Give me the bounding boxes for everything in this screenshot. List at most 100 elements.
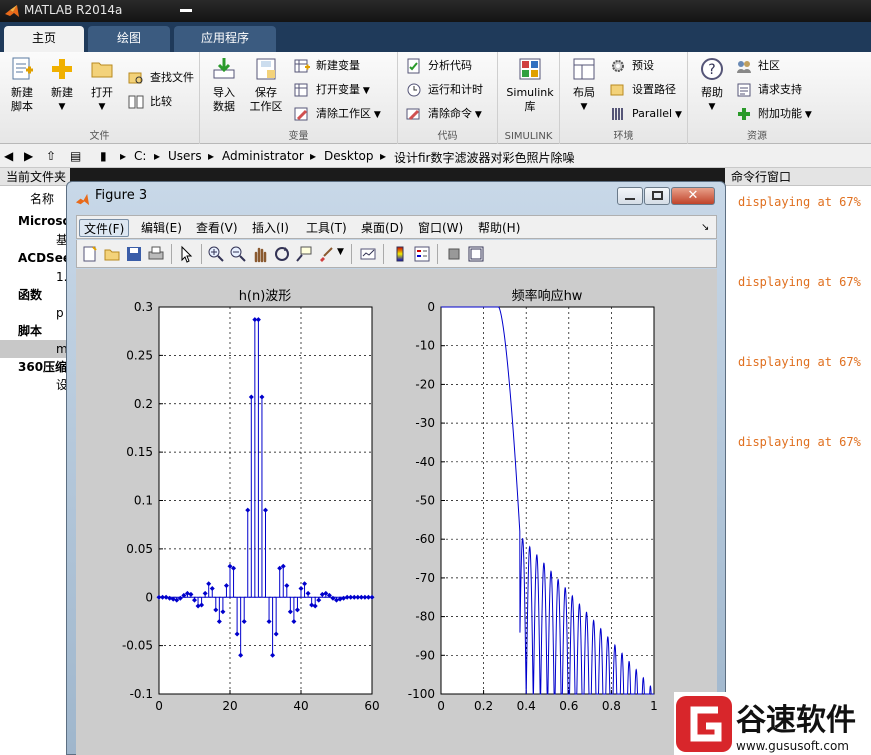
ribbon-section-resources: ? 帮助 ▼ 社区 请求支持 附加功能 ▼ 资源 bbox=[688, 52, 826, 144]
run-and-time-button[interactable]: 运行和计时 bbox=[406, 80, 483, 100]
preferences-button[interactable]: 预设 bbox=[610, 56, 654, 76]
import-data-label: 导入 数据 bbox=[213, 86, 235, 113]
file-item[interactable]: 设 bbox=[0, 376, 70, 394]
brush-dropdown-icon[interactable]: ▼ bbox=[337, 247, 344, 257]
menu-tools[interactable]: 工具(T) bbox=[302, 219, 351, 237]
clear-commands-button[interactable]: 清除命令 ▼ bbox=[406, 104, 482, 124]
breadcrumb-part[interactable]: 设计fir数字滤波器对彩色照片除噪 bbox=[394, 149, 575, 166]
gear-icon bbox=[612, 60, 624, 72]
open-variable-button[interactable]: 打开变量 ▼ bbox=[294, 80, 370, 100]
breadcrumb-part[interactable]: C: bbox=[134, 149, 146, 163]
folder-group[interactable]: 函数 bbox=[0, 286, 70, 304]
toolbar-separator bbox=[351, 244, 352, 264]
addons-button[interactable]: 附加功能 ▼ bbox=[736, 104, 812, 124]
save-workspace-button[interactable]: 保存 工作区 bbox=[244, 56, 288, 114]
breadcrumb-part[interactable]: Desktop bbox=[324, 149, 374, 163]
legend-icon[interactable] bbox=[413, 245, 431, 263]
rotate-icon[interactable] bbox=[273, 245, 291, 263]
file-item-selected[interactable]: m bbox=[0, 340, 70, 358]
up-folder-icon[interactable]: ⇧ bbox=[46, 149, 56, 163]
brush-icon[interactable] bbox=[317, 245, 335, 263]
import-data-button[interactable]: 导入 数据 bbox=[202, 56, 246, 114]
link-plot-icon[interactable] bbox=[359, 245, 377, 263]
breadcrumb-part[interactable]: Administrator bbox=[222, 149, 304, 163]
print-icon[interactable] bbox=[147, 245, 165, 263]
layout-button[interactable]: 布局 ▼ bbox=[562, 56, 606, 114]
frequency-response-title: 频率响应hw bbox=[512, 288, 583, 304]
back-icon[interactable]: ◀ bbox=[4, 149, 13, 163]
maximize-button[interactable] bbox=[644, 187, 670, 205]
new-variable-button[interactable]: 新建变量 bbox=[294, 56, 360, 76]
folder-group[interactable]: ACDSee bbox=[0, 249, 70, 267]
forward-icon[interactable]: ▶ bbox=[24, 149, 33, 163]
folder-group[interactable]: 360压缩 bbox=[0, 358, 70, 376]
simulink-library-button[interactable]: Simulink 库 bbox=[504, 56, 556, 114]
menu-window[interactable]: 窗口(W) bbox=[414, 219, 467, 237]
parallel-button[interactable]: Parallel ▼ bbox=[610, 104, 682, 124]
analyze-code-label: 分析代码 bbox=[428, 59, 472, 72]
menu-edit[interactable]: 编辑(E) bbox=[137, 219, 186, 237]
tab-apps[interactable]: 应用程序 bbox=[174, 26, 276, 52]
close-button[interactable]: ✕ bbox=[671, 187, 715, 205]
show-tools-icon[interactable] bbox=[467, 245, 485, 263]
menu-desktop[interactable]: 桌面(D) bbox=[357, 219, 408, 237]
browse-folder-icon[interactable]: ▤ bbox=[70, 149, 81, 163]
new-figure-icon[interactable] bbox=[81, 245, 99, 263]
tab-plots[interactable]: 绘图 bbox=[88, 26, 170, 52]
figure-canvas[interactable]: h(n)波形 0 20 40 60 -0.1 -0.05 0 0.05 0.1 0.15 0.2 0.… bbox=[76, 269, 717, 755]
analyze-code-button[interactable]: 分析代码 bbox=[406, 56, 472, 76]
environment-section-label: 环境 bbox=[613, 131, 634, 142]
community-button[interactable]: 社区 bbox=[736, 56, 780, 76]
folder-group[interactable]: 脚本 bbox=[0, 322, 70, 340]
pointer-icon[interactable] bbox=[177, 245, 195, 263]
tab-home[interactable]: 主页 bbox=[4, 26, 84, 52]
menu-view[interactable]: 查看(V) bbox=[192, 219, 242, 237]
open-variable-label: 打开变量 bbox=[316, 83, 360, 96]
data-cursor-icon[interactable] bbox=[295, 245, 313, 263]
open-file-icon[interactable] bbox=[103, 245, 121, 263]
minimize-button[interactable] bbox=[617, 187, 643, 205]
hide-tools-icon[interactable] bbox=[445, 245, 463, 263]
x-tick-label: 20 bbox=[222, 699, 237, 713]
command-window[interactable]: 命令行窗口 displaying at 67% displaying at 67… bbox=[725, 168, 871, 755]
file-item[interactable]: 1. bbox=[0, 268, 70, 286]
menu-file[interactable]: 文件(F) bbox=[79, 219, 130, 237]
y-tick-label: 0.3 bbox=[134, 300, 153, 314]
clear-workspace-button[interactable]: 清除工作区 ▼ bbox=[294, 104, 381, 124]
file-item[interactable]: p bbox=[0, 304, 70, 322]
minimize-icon[interactable] bbox=[180, 9, 192, 12]
parallel-icon bbox=[612, 108, 623, 120]
matlab-logo-icon bbox=[5, 5, 19, 17]
open-button[interactable]: 打开 ▼ bbox=[80, 56, 124, 114]
new-script-button[interactable]: 新建 脚本 bbox=[0, 56, 44, 114]
impulse-response-axes[interactable]: h(n)波形 0 20 40 60 -0.1 -0.05 0 0.05 0.1 0.15 0.2 0.… bbox=[122, 289, 380, 713]
compare-button[interactable]: 比较 bbox=[128, 92, 172, 112]
file-item[interactable]: 基 bbox=[0, 231, 70, 249]
new-variable-label: 新建变量 bbox=[316, 59, 360, 72]
address-bar[interactable]: ◀ ▶ ⇧ ▤ ▮ ▸ C: ▸ Users ▸ Administrator ▸… bbox=[0, 144, 871, 168]
command-output-line: displaying at 67% bbox=[738, 275, 861, 289]
colorbar-icon[interactable] bbox=[391, 245, 409, 263]
analyze-code-icon bbox=[407, 58, 420, 74]
zoom-out-icon[interactable] bbox=[229, 245, 247, 263]
folder-group[interactable]: Microso bbox=[0, 212, 70, 230]
pan-icon[interactable] bbox=[251, 245, 269, 263]
new-button[interactable]: 新建 ▼ bbox=[40, 56, 84, 114]
set-path-button[interactable]: 设置路径 bbox=[610, 80, 676, 100]
gusu-logo-icon: 谷速软件 www.gususoft.com bbox=[676, 696, 856, 753]
breadcrumb-part[interactable]: Users bbox=[168, 149, 202, 163]
addons-label: 附加功能 bbox=[758, 107, 802, 120]
save-icon[interactable] bbox=[125, 245, 143, 263]
request-support-button[interactable]: 请求支持 bbox=[736, 80, 802, 100]
zoom-in-icon[interactable] bbox=[207, 245, 225, 263]
help-button[interactable]: ? 帮助 ▼ bbox=[690, 56, 734, 114]
clear-commands-label: 清除命令 bbox=[428, 107, 472, 120]
menu-insert[interactable]: 插入(I) bbox=[248, 219, 293, 237]
menu-help[interactable]: 帮助(H) bbox=[474, 219, 524, 237]
x-tick-label: 0 bbox=[437, 699, 445, 713]
root-folder-icon[interactable]: ▮ bbox=[100, 149, 107, 163]
name-column-header[interactable]: 名称 bbox=[0, 190, 70, 208]
dock-arrow-icon[interactable]: ↘ bbox=[697, 219, 713, 237]
frequency-response-axes[interactable]: 频率响应hw 0 0.2 0.4 0.6 0.8 1 0 -10 -20 -30 -40 -50 -60… bbox=[408, 288, 658, 713]
find-files-button[interactable]: 查找文件 bbox=[128, 68, 194, 88]
